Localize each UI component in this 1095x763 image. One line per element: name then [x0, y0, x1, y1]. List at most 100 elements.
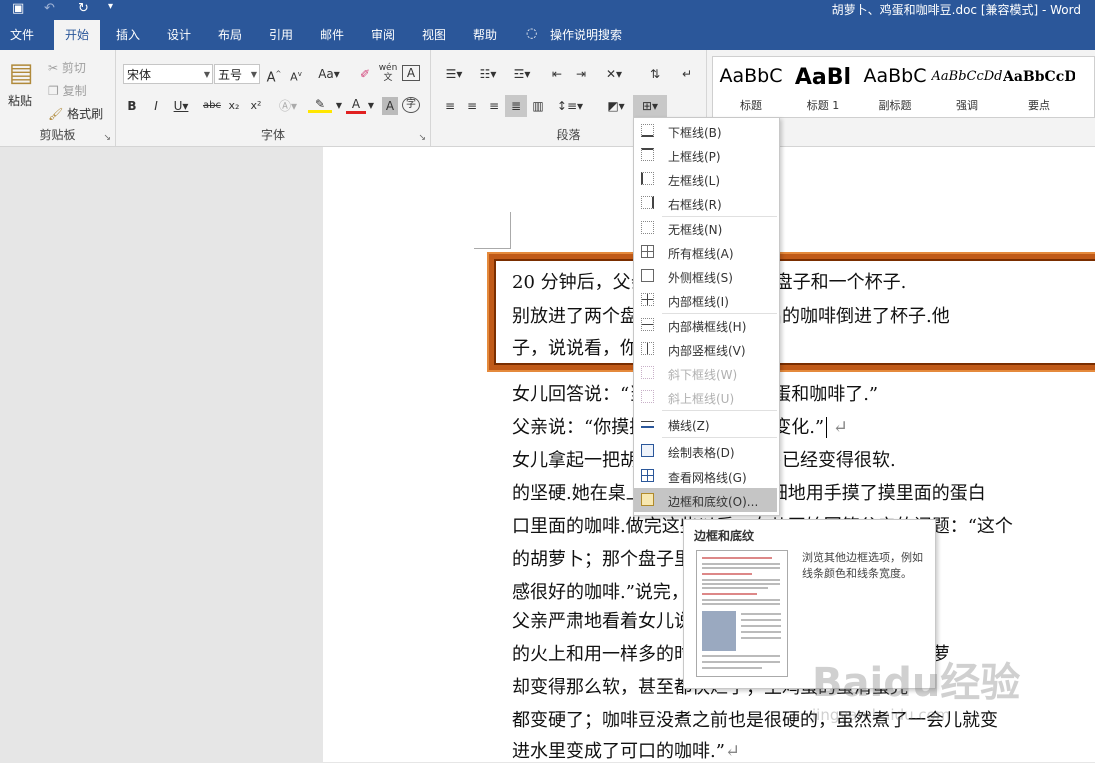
phonetic-guide-icon[interactable]: wén 文	[378, 63, 398, 83]
justify-icon[interactable]: ≣	[507, 97, 525, 115]
tab-review[interactable]: 审阅	[361, 20, 405, 50]
styles-gallery: AaBbC 标题 AaBl 标题 1 AaBbC 副标题 AaBbCcDd 强调 AaB…	[712, 56, 1095, 118]
menu-separator	[662, 410, 777, 411]
menu-item-right-border[interactable]: 右框线(R)	[634, 191, 777, 215]
enclose-characters-icon[interactable]: 字	[402, 97, 420, 113]
view-gridlines-icon	[641, 469, 654, 482]
chinese-layout-icon[interactable]: ✕▾	[599, 65, 629, 83]
menu-item-inside-borders[interactable]: 内部框线(I)	[634, 288, 777, 312]
decrease-indent-icon[interactable]: ⇤	[547, 65, 567, 83]
menu-item-horizontal-line[interactable]: 横线(Z)	[634, 412, 777, 436]
customize-quick-access-icon[interactable]: ▾	[108, 1, 113, 12]
tooltip-title: 边框和底纹	[694, 529, 755, 543]
font-name-combo[interactable]: 宋体 ▼	[123, 64, 213, 84]
tab-insert[interactable]: 插入	[106, 20, 150, 50]
menu-item-inside-horizontal[interactable]: 内部横框线(H)	[634, 313, 777, 337]
tab-mailings[interactable]: 邮件	[310, 20, 354, 50]
tab-design[interactable]: 设计	[157, 20, 201, 50]
character-shading-icon[interactable]: A	[382, 97, 398, 115]
menu-item-outside-borders[interactable]: 外侧框线(S)	[634, 264, 777, 288]
line-spacing-icon[interactable]: ↕≡▾	[555, 97, 585, 115]
cut-button[interactable]: ✂ 剪切	[48, 59, 86, 76]
menu-item-top-border[interactable]: 上框线(P)	[634, 143, 777, 167]
bold-icon[interactable]: B	[124, 97, 140, 115]
font-color-icon[interactable]: A	[346, 95, 366, 114]
bullets-icon[interactable]: ☰▾	[439, 65, 469, 83]
sort-icon[interactable]: ⇅	[645, 65, 665, 83]
right-border-icon	[641, 196, 654, 209]
font-group-label: 字体	[260, 128, 285, 142]
style-heading-1[interactable]: AaBl 标题 1	[787, 57, 859, 117]
copy-button[interactable]: ❐ 复制	[48, 82, 87, 99]
outside-borders-icon	[641, 269, 654, 282]
menu-item-inside-vertical[interactable]: 内部竖框线(V)	[634, 337, 777, 361]
tab-references[interactable]: 引用	[259, 20, 303, 50]
chevron-down-icon: ▼	[203, 70, 210, 79]
menu-item-all-borders[interactable]: 所有框线(A)	[634, 240, 777, 264]
subscript-icon[interactable]: x₂	[226, 97, 242, 115]
clear-formatting-icon[interactable]: ✐	[356, 65, 374, 83]
align-right-icon[interactable]: ≡	[485, 97, 503, 115]
text-effects-icon[interactable]: Ⓐ▾	[276, 97, 300, 115]
shrink-font-icon[interactable]: Av	[288, 65, 304, 87]
italic-icon[interactable]: I	[148, 97, 164, 115]
grow-font-icon[interactable]: A^	[266, 65, 282, 87]
tab-home[interactable]: 开始	[54, 20, 100, 50]
superscript-icon[interactable]: x²	[248, 97, 264, 115]
change-case-icon[interactable]: Aa▾	[314, 65, 344, 83]
format-painter-button[interactable]: 🖌 格式刷	[48, 105, 103, 122]
style-emphasis[interactable]: AaBbCcDd 强调	[931, 57, 1003, 117]
style-title[interactable]: AaBbC 标题	[715, 57, 787, 117]
character-border-icon[interactable]: A	[402, 65, 420, 81]
chevron-down-icon[interactable]: ▼	[334, 97, 344, 115]
menu-separator	[662, 437, 777, 438]
redo-icon[interactable]: ↻	[78, 1, 89, 16]
menu-item-draw-table[interactable]: 绘制表格(D)	[634, 439, 777, 463]
font-launcher-icon[interactable]: ↘	[418, 133, 426, 143]
highlight-color-icon[interactable]: ✎	[308, 95, 332, 113]
all-borders-icon	[641, 245, 654, 258]
ribbon: ▤ 粘贴 ✂ 剪切 ❐ 复制 🖌 格式刷 剪贴板 ↘ 宋体 ▼ 五号 ▼ A^ Av…	[0, 50, 1095, 147]
strikethrough-icon[interactable]: abc	[202, 97, 222, 115]
style-subtitle[interactable]: AaBbC 副标题	[859, 57, 931, 117]
tooltip-description: 浏览其他边框选项，例如线条颜色和线条宽度。	[802, 551, 923, 580]
tab-help[interactable]: 帮助	[463, 20, 507, 50]
tab-view[interactable]: 视图	[412, 20, 456, 50]
save-icon[interactable]: ▣	[12, 1, 24, 16]
borders-shading-icon	[641, 493, 654, 506]
borders-dropdown-menu: 下框线(B) 上框线(P) 左框线(L) 右框线(R) 无框线(N) 所有框线(…	[633, 117, 780, 516]
borders-button[interactable]: ⊞▾	[635, 97, 665, 115]
tell-me-search[interactable]: 操作说明搜索	[550, 20, 622, 50]
paste-icon[interactable]: ▤	[6, 56, 36, 90]
menu-item-borders-and-shading[interactable]: 边框和底纹(O)...	[634, 488, 777, 512]
style-strong[interactable]: AaBbCcD 要点	[1003, 57, 1075, 117]
menu-item-left-border[interactable]: 左框线(L)	[634, 167, 777, 191]
menu-item-bottom-border[interactable]: 下框线(B)	[634, 119, 777, 143]
chevron-down-icon[interactable]: ▼	[366, 97, 376, 115]
tab-layout[interactable]: 布局	[208, 20, 252, 50]
align-left-icon[interactable]: ≡	[441, 97, 459, 115]
copy-icon: ❐	[48, 84, 59, 98]
inside-vertical-border-icon	[641, 342, 654, 355]
window-title: 胡萝卜、鸡蛋和咖啡豆.doc [兼容模式] - Word	[831, 3, 1081, 17]
distributed-icon[interactable]: ▥	[529, 97, 547, 115]
paste-button[interactable]: 粘贴	[8, 92, 32, 109]
clipboard-group-label: 剪贴板	[39, 128, 76, 142]
top-border-icon	[641, 148, 654, 161]
shading-icon[interactable]: ◩▾	[601, 97, 631, 115]
clipboard-group: ▤ 粘贴 ✂ 剪切 ❐ 复制 🖌 格式刷 剪贴板 ↘	[0, 50, 116, 146]
numbering-icon[interactable]: ☷▾	[473, 65, 503, 83]
ribbon-tabs: 文件 开始 插入 设计 布局 引用 邮件 审阅 视图 帮助 ◌ 操作说明搜索	[0, 20, 1095, 50]
clipboard-launcher-icon[interactable]: ↘	[103, 133, 111, 143]
menu-item-no-border[interactable]: 无框线(N)	[634, 216, 777, 240]
increase-indent-icon[interactable]: ⇥	[571, 65, 591, 83]
font-size-combo[interactable]: 五号 ▼	[214, 64, 260, 84]
underline-icon[interactable]: U▾	[170, 97, 192, 115]
align-center-icon[interactable]: ≡	[463, 97, 481, 115]
multilevel-list-icon[interactable]: ☲▾	[507, 65, 537, 83]
page-corner-mark	[474, 212, 511, 249]
show-marks-icon[interactable]: ↵	[677, 65, 697, 83]
undo-icon[interactable]: ↶	[44, 1, 55, 16]
tab-file[interactable]: 文件	[0, 20, 44, 50]
menu-item-view-gridlines[interactable]: 查看网格线(G)	[634, 464, 777, 488]
